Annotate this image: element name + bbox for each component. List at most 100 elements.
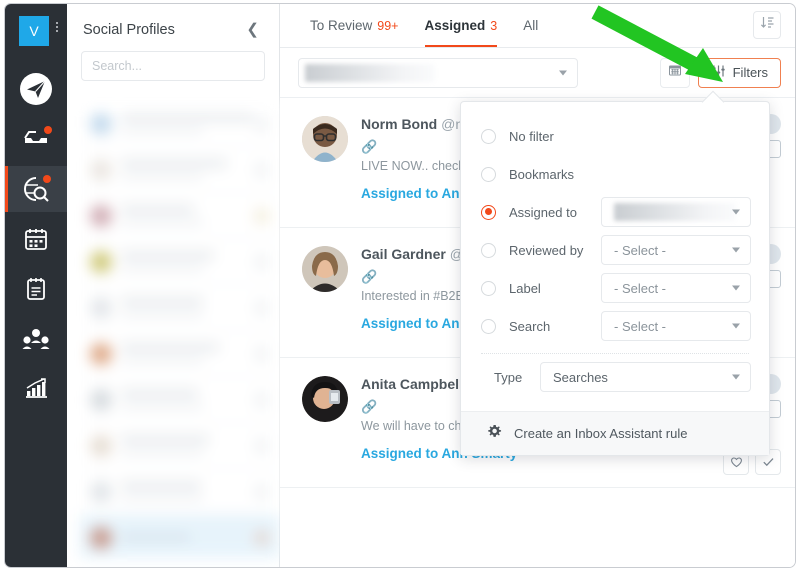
avatar bbox=[302, 376, 348, 422]
list-item[interactable] bbox=[80, 515, 280, 558]
user-avatar[interactable]: V bbox=[19, 16, 49, 46]
filter-option-no-filter[interactable]: No filter bbox=[461, 117, 769, 155]
list-item[interactable] bbox=[80, 285, 280, 331]
filter-bar: Filters bbox=[280, 48, 795, 98]
profiles-search-input[interactable]: Search... bbox=[81, 51, 265, 81]
message-author-name: Anita Campbell bbox=[361, 376, 463, 392]
avatar bbox=[302, 116, 348, 162]
filter-option-search[interactable]: Search - Select - bbox=[461, 307, 769, 345]
calendar-icon bbox=[23, 226, 49, 252]
tab-assigned-label: Assigned bbox=[424, 18, 486, 33]
avatar bbox=[90, 526, 112, 549]
list-item[interactable] bbox=[80, 377, 280, 423]
list-item[interactable] bbox=[80, 239, 280, 285]
filter-option-reviewed-by[interactable]: Reviewed by - Select - bbox=[461, 231, 769, 269]
radio-reviewed-by[interactable] bbox=[481, 242, 496, 258]
tab-assigned-count: 3 bbox=[490, 19, 498, 33]
list-item[interactable] bbox=[80, 101, 280, 147]
chevron-down-icon bbox=[732, 323, 740, 329]
sliders-icon bbox=[711, 64, 726, 81]
radio-assigned-to[interactable] bbox=[481, 204, 496, 220]
chevron-down-icon bbox=[559, 70, 567, 75]
filter-option-label: Bookmarks bbox=[509, 166, 575, 182]
avatar bbox=[90, 158, 112, 181]
profiles-list[interactable] bbox=[80, 101, 280, 558]
sidebar-item-calendar[interactable] bbox=[5, 216, 67, 262]
list-item[interactable] bbox=[80, 423, 280, 469]
filter-option-label: Search bbox=[509, 318, 551, 334]
assigned-to-select-value bbox=[614, 203, 736, 221]
inbox-tabs: To Review 99+ Assigned 3 All bbox=[280, 4, 795, 48]
chevron-down-icon bbox=[732, 247, 740, 253]
search-select-value: - Select - bbox=[614, 318, 667, 334]
list-item[interactable] bbox=[80, 193, 280, 239]
app-nav-rail: V bbox=[5, 4, 67, 567]
avatar bbox=[302, 246, 348, 292]
tab-to-review-count: 99+ bbox=[377, 19, 399, 33]
avatar bbox=[90, 250, 112, 273]
tab-all[interactable]: All bbox=[523, 5, 538, 46]
profiles-search-placeholder: Search... bbox=[92, 59, 143, 73]
list-item[interactable] bbox=[80, 469, 280, 515]
calendar-icon bbox=[668, 63, 682, 82]
filter-option-label: Reviewed by bbox=[509, 242, 584, 258]
avatar bbox=[90, 296, 112, 319]
sidebar-item-inbox[interactable] bbox=[5, 116, 67, 162]
radio-no-filter[interactable] bbox=[481, 128, 496, 144]
sort-descending-icon bbox=[760, 15, 775, 35]
tab-all-label: All bbox=[523, 18, 539, 33]
avatar bbox=[90, 434, 112, 457]
filters-dropdown-panel: No filter Bookmarks Assigned to Reviewed… bbox=[460, 101, 770, 456]
chevron-left-icon[interactable]: ❮ bbox=[242, 20, 263, 39]
type-select[interactable]: Searches bbox=[540, 362, 751, 392]
avatar bbox=[90, 204, 112, 227]
avatar bbox=[90, 480, 112, 503]
filters-button-label: Filters bbox=[732, 65, 768, 80]
chevron-down-icon bbox=[732, 285, 740, 291]
calendar-filter-button[interactable] bbox=[659, 57, 690, 88]
radio-search[interactable] bbox=[481, 318, 496, 334]
filter-option-label[interactable]: Label - Select - bbox=[461, 269, 769, 307]
label-select[interactable]: - Select - bbox=[601, 273, 751, 303]
filter-option-label: Label bbox=[509, 280, 541, 296]
overflow-menu-icon[interactable] bbox=[53, 20, 61, 34]
radio-label[interactable] bbox=[481, 280, 496, 296]
list-item[interactable] bbox=[80, 331, 280, 377]
sidebar-item-audience[interactable] bbox=[5, 316, 67, 362]
app-root: V Social Profiles ❮ Search... To Review … bbox=[0, 0, 800, 571]
sidebar-item-monitoring[interactable] bbox=[5, 166, 67, 212]
reviewed-by-select-value: - Select - bbox=[614, 242, 667, 258]
message-author-name: Gail Gardner bbox=[361, 246, 446, 262]
sidebar-item-reports[interactable] bbox=[5, 266, 67, 312]
list-item[interactable] bbox=[80, 147, 280, 193]
tab-to-review[interactable]: To Review 99+ bbox=[310, 5, 399, 46]
filter-option-label: No filter bbox=[509, 128, 554, 144]
sidebar-item-publish[interactable] bbox=[5, 66, 67, 112]
search-select[interactable]: - Select - bbox=[601, 311, 751, 341]
inbox-badge-dot bbox=[44, 126, 52, 134]
radio-bookmarks[interactable] bbox=[481, 166, 496, 182]
label-select-value: - Select - bbox=[614, 280, 667, 296]
type-label: Type bbox=[494, 369, 523, 385]
type-row: Type Searches bbox=[461, 354, 769, 400]
filter-option-bookmarks[interactable]: Bookmarks bbox=[461, 155, 769, 193]
analytics-icon bbox=[22, 377, 50, 401]
reviewed-by-select[interactable]: - Select - bbox=[601, 235, 751, 265]
tab-assigned[interactable]: Assigned 3 bbox=[424, 5, 498, 47]
audience-icon bbox=[21, 327, 51, 351]
filters-button[interactable]: Filters bbox=[697, 57, 781, 88]
avatar bbox=[90, 112, 112, 135]
sidebar-item-analytics[interactable] bbox=[5, 366, 67, 412]
publish-icon bbox=[19, 72, 53, 106]
create-inbox-assistant-rule-label: Create an Inbox Assistant rule bbox=[514, 426, 688, 441]
assigned-to-select[interactable] bbox=[601, 197, 751, 227]
profile-select[interactable] bbox=[298, 57, 578, 88]
chevron-down-icon bbox=[732, 374, 740, 380]
filter-option-assigned-to[interactable]: Assigned to bbox=[461, 193, 769, 231]
profile-select-value bbox=[305, 63, 435, 82]
create-inbox-assistant-rule-button[interactable]: Create an Inbox Assistant rule bbox=[461, 411, 769, 455]
reports-icon bbox=[24, 276, 48, 302]
sort-button[interactable] bbox=[753, 11, 781, 39]
gear-icon bbox=[487, 424, 502, 444]
avatar bbox=[90, 388, 112, 411]
